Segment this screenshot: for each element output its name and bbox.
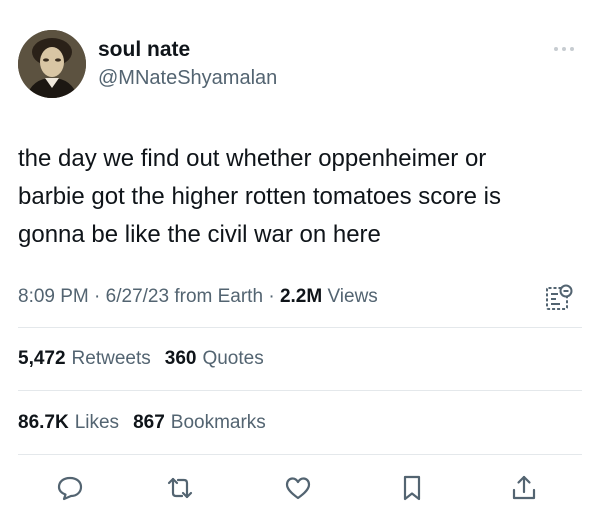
divider xyxy=(18,454,582,455)
user-handle[interactable]: @MNateShyamalan xyxy=(98,65,277,91)
tweet-header: soul nate @MNateShyamalan xyxy=(18,28,582,102)
tweet-card: soul nate @MNateShyamalan the day we fin… xyxy=(0,0,600,521)
reply-icon[interactable] xyxy=(52,468,88,508)
avatar[interactable] xyxy=(18,30,86,98)
retweets-count: 5,472 xyxy=(18,348,66,369)
views-label: Views xyxy=(327,286,378,307)
likes-count: 86.7K xyxy=(18,412,69,433)
display-name[interactable]: soul nate xyxy=(98,38,277,62)
likes-stat[interactable]: 86.7K Likes xyxy=(18,412,119,433)
quotes-stat[interactable]: 360 Quotes xyxy=(165,348,264,369)
divider xyxy=(18,390,582,391)
tweet-text-line: the day we find out whether oppenheimer … xyxy=(18,145,487,172)
like-icon[interactable] xyxy=(280,468,316,508)
engagement-stats-row1: 5,472 Retweets 360 Quotes xyxy=(18,345,582,373)
retweet-icon[interactable] xyxy=(162,468,198,508)
tweet-source: from Earth xyxy=(169,286,264,307)
tweet-text-line: barbie got the higher rotten tomatoes sc… xyxy=(18,183,501,210)
bookmarks-label: Bookmarks xyxy=(170,412,266,433)
bookmarks-stat[interactable]: 867 Bookmarks xyxy=(133,412,266,433)
action-bar xyxy=(18,468,582,508)
quotes-label: Quotes xyxy=(202,348,264,369)
retweets-label: Retweets xyxy=(71,348,151,369)
views-count: 2.2M xyxy=(279,286,323,307)
meta-separator: · xyxy=(88,286,106,307)
tweet-text: the day we find out whether oppenheimer … xyxy=(18,140,582,254)
bookmark-icon[interactable] xyxy=(394,468,430,508)
retweets-stat[interactable]: 5,472 Retweets xyxy=(18,348,151,369)
divider xyxy=(18,327,582,328)
author-names: soul nate @MNateShyamalan xyxy=(98,38,277,91)
tweet-date[interactable]: 6/27/23 xyxy=(106,286,169,307)
meta-separator: · xyxy=(263,286,280,307)
tweet-meta: 8:09 PM · 6/27/23 from Earth · 2.2M View… xyxy=(18,283,582,313)
likes-label: Likes xyxy=(74,412,120,433)
more-icon[interactable] xyxy=(550,42,578,56)
bookmarks-count: 867 xyxy=(133,412,165,433)
quotes-count: 360 xyxy=(164,348,197,369)
tweet-time[interactable]: 8:09 PM xyxy=(18,286,89,307)
engagement-stats-row2: 86.7K Likes 867 Bookmarks xyxy=(18,409,582,437)
analytics-icon[interactable] xyxy=(544,283,574,313)
share-icon[interactable] xyxy=(506,468,542,508)
tweet-text-line: gonna be like the civil war on here xyxy=(18,221,381,248)
